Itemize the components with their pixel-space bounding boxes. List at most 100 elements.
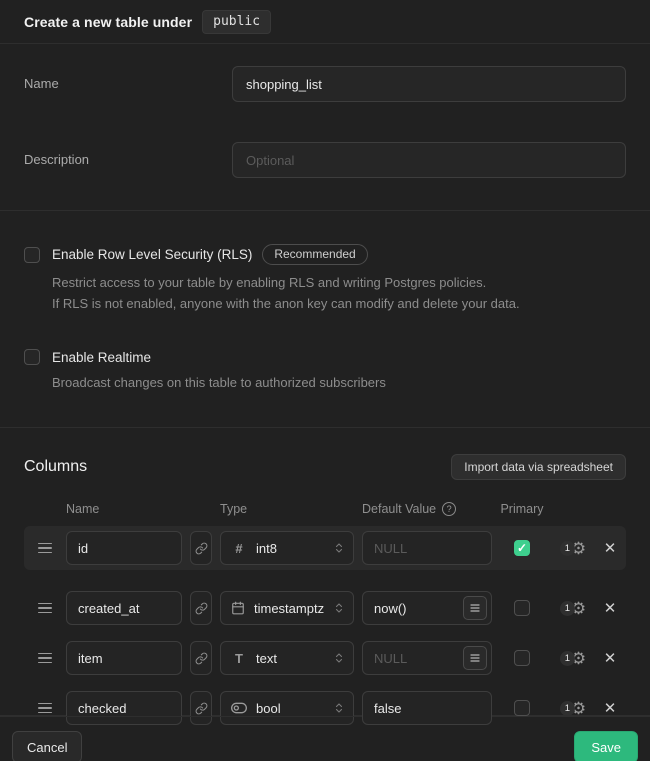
columns-table-headers: Name Type Default Value ? Primary [24,502,626,516]
options-section: Enable Row Level Security (RLS) Recommen… [0,211,650,428]
name-row: Name [24,66,626,102]
name-label: Name [24,66,232,102]
list-icon [469,652,481,664]
settings-count-badge: 1 [560,701,575,716]
primary-cell [500,650,544,666]
remove-column-button[interactable]: ✕ [602,599,618,617]
column-name-input[interactable] [66,591,182,625]
column-type-select[interactable]: # T timestamptz [220,591,354,625]
dialog-title: Create a new table under [24,14,192,30]
header-type: Type [220,502,354,516]
import-spreadsheet-button[interactable]: Import data via spreadsheet [451,454,626,480]
link-icon [195,602,208,615]
rls-row: Enable Row Level Security (RLS) Recommen… [24,244,626,265]
columns-title: Columns [24,458,87,476]
type-icon: # T [231,541,247,556]
default-value-cell [362,691,492,725]
type-name: int8 [256,541,324,556]
foreign-key-button[interactable] [190,641,212,675]
chevron-up-down-icon [333,602,345,614]
primary-cell [500,700,544,716]
settings-count-badge: 1 [560,541,575,556]
type-name: bool [256,701,324,716]
column-settings-button[interactable]: 1 ⚙ [552,650,594,667]
column-type-select[interactable]: # T text [220,641,354,675]
header-default-value: Default Value ? [362,502,492,516]
create-table-dialog: Create a new table under public Name Des… [0,0,650,761]
column-name-input[interactable] [66,531,182,565]
chevron-up-down-icon [333,702,345,714]
realtime-block: Enable Realtime Broadcast changes on thi… [24,349,626,393]
rls-label: Enable Row Level Security (RLS) [52,247,252,262]
help-icon[interactable]: ? [442,502,456,516]
type-name: text [256,651,324,666]
link-icon [195,702,208,715]
realtime-checkbox[interactable] [24,349,40,365]
column-settings-button[interactable]: 1 ⚙ [552,600,594,617]
primary-checkbox[interactable] [514,600,530,616]
realtime-description: Broadcast changes on this table to autho… [52,372,626,393]
table-description-input[interactable] [232,142,626,178]
schema-badge: public [202,10,271,34]
columns-header: Columns Import data via spreadsheet [24,454,626,480]
column-name-input[interactable] [66,641,182,675]
header-primary: Primary [500,502,544,516]
rls-description: Restrict access to your table by enablin… [52,272,626,314]
drag-handle[interactable] [38,543,52,554]
cancel-button[interactable]: Cancel [12,731,82,761]
realtime-row: Enable Realtime [24,349,626,365]
link-icon [195,542,208,555]
foreign-key-button[interactable] [190,591,212,625]
remove-column-button[interactable]: ✕ [602,699,618,717]
chevron-up-down-icon [333,652,345,664]
default-value-input[interactable] [362,531,492,565]
primary-checkbox[interactable] [514,650,530,666]
save-button[interactable]: Save [574,731,638,761]
drag-handle[interactable] [38,603,52,614]
default-value-cell [362,591,492,625]
column-row: # T timestamptz [24,586,626,630]
chevron-up-down-icon [333,542,345,554]
description-row: Description [24,142,626,178]
rls-description-line1: Restrict access to your table by enablin… [52,272,626,293]
columns-section: Columns Import data via spreadsheet Name… [0,428,650,716]
default-value-cell [362,531,492,565]
rls-description-line2: If RLS is not enabled, anyone with the a… [52,293,626,314]
default-value-cell [362,641,492,675]
settings-count-badge: 1 [560,601,575,616]
primary-checkbox[interactable] [514,540,530,556]
foreign-key-button[interactable] [190,531,212,565]
column-type-select[interactable]: # T int8 [220,531,354,565]
drag-handle[interactable] [38,653,52,664]
table-name-input[interactable] [232,66,626,102]
column-row: # T int8 [24,526,626,570]
close-icon: ✕ [604,599,617,617]
primary-cell [500,540,544,556]
realtime-label: Enable Realtime [52,350,151,365]
remove-column-button[interactable]: ✕ [602,539,618,557]
column-settings-button[interactable]: 1 ⚙ [552,700,594,717]
drag-handle[interactable] [38,703,52,714]
close-icon: ✕ [604,699,617,717]
rls-checkbox[interactable] [24,247,40,263]
dialog-header: Create a new table under public [0,0,650,44]
column-rows: # T int8 [24,526,626,730]
default-value-picker-button[interactable] [463,596,487,620]
remove-column-button[interactable]: ✕ [602,649,618,667]
default-value-picker-button[interactable] [463,646,487,670]
link-icon [195,652,208,665]
close-icon: ✕ [604,539,617,557]
table-info-section: Name Description [0,44,650,211]
primary-cell [500,600,544,616]
type-icon: # T [231,601,245,615]
type-icon: # T [231,700,247,716]
dialog-footer: Cancel Save [0,716,650,761]
default-value-input[interactable] [362,691,492,725]
description-label: Description [24,142,232,178]
rls-block: Enable Row Level Security (RLS) Recommen… [24,244,626,314]
primary-checkbox[interactable] [514,700,530,716]
type-name: timestamptz [254,601,324,616]
settings-count-badge: 1 [560,651,575,666]
column-settings-button[interactable]: 1 ⚙ [552,540,594,557]
close-icon: ✕ [604,649,617,667]
